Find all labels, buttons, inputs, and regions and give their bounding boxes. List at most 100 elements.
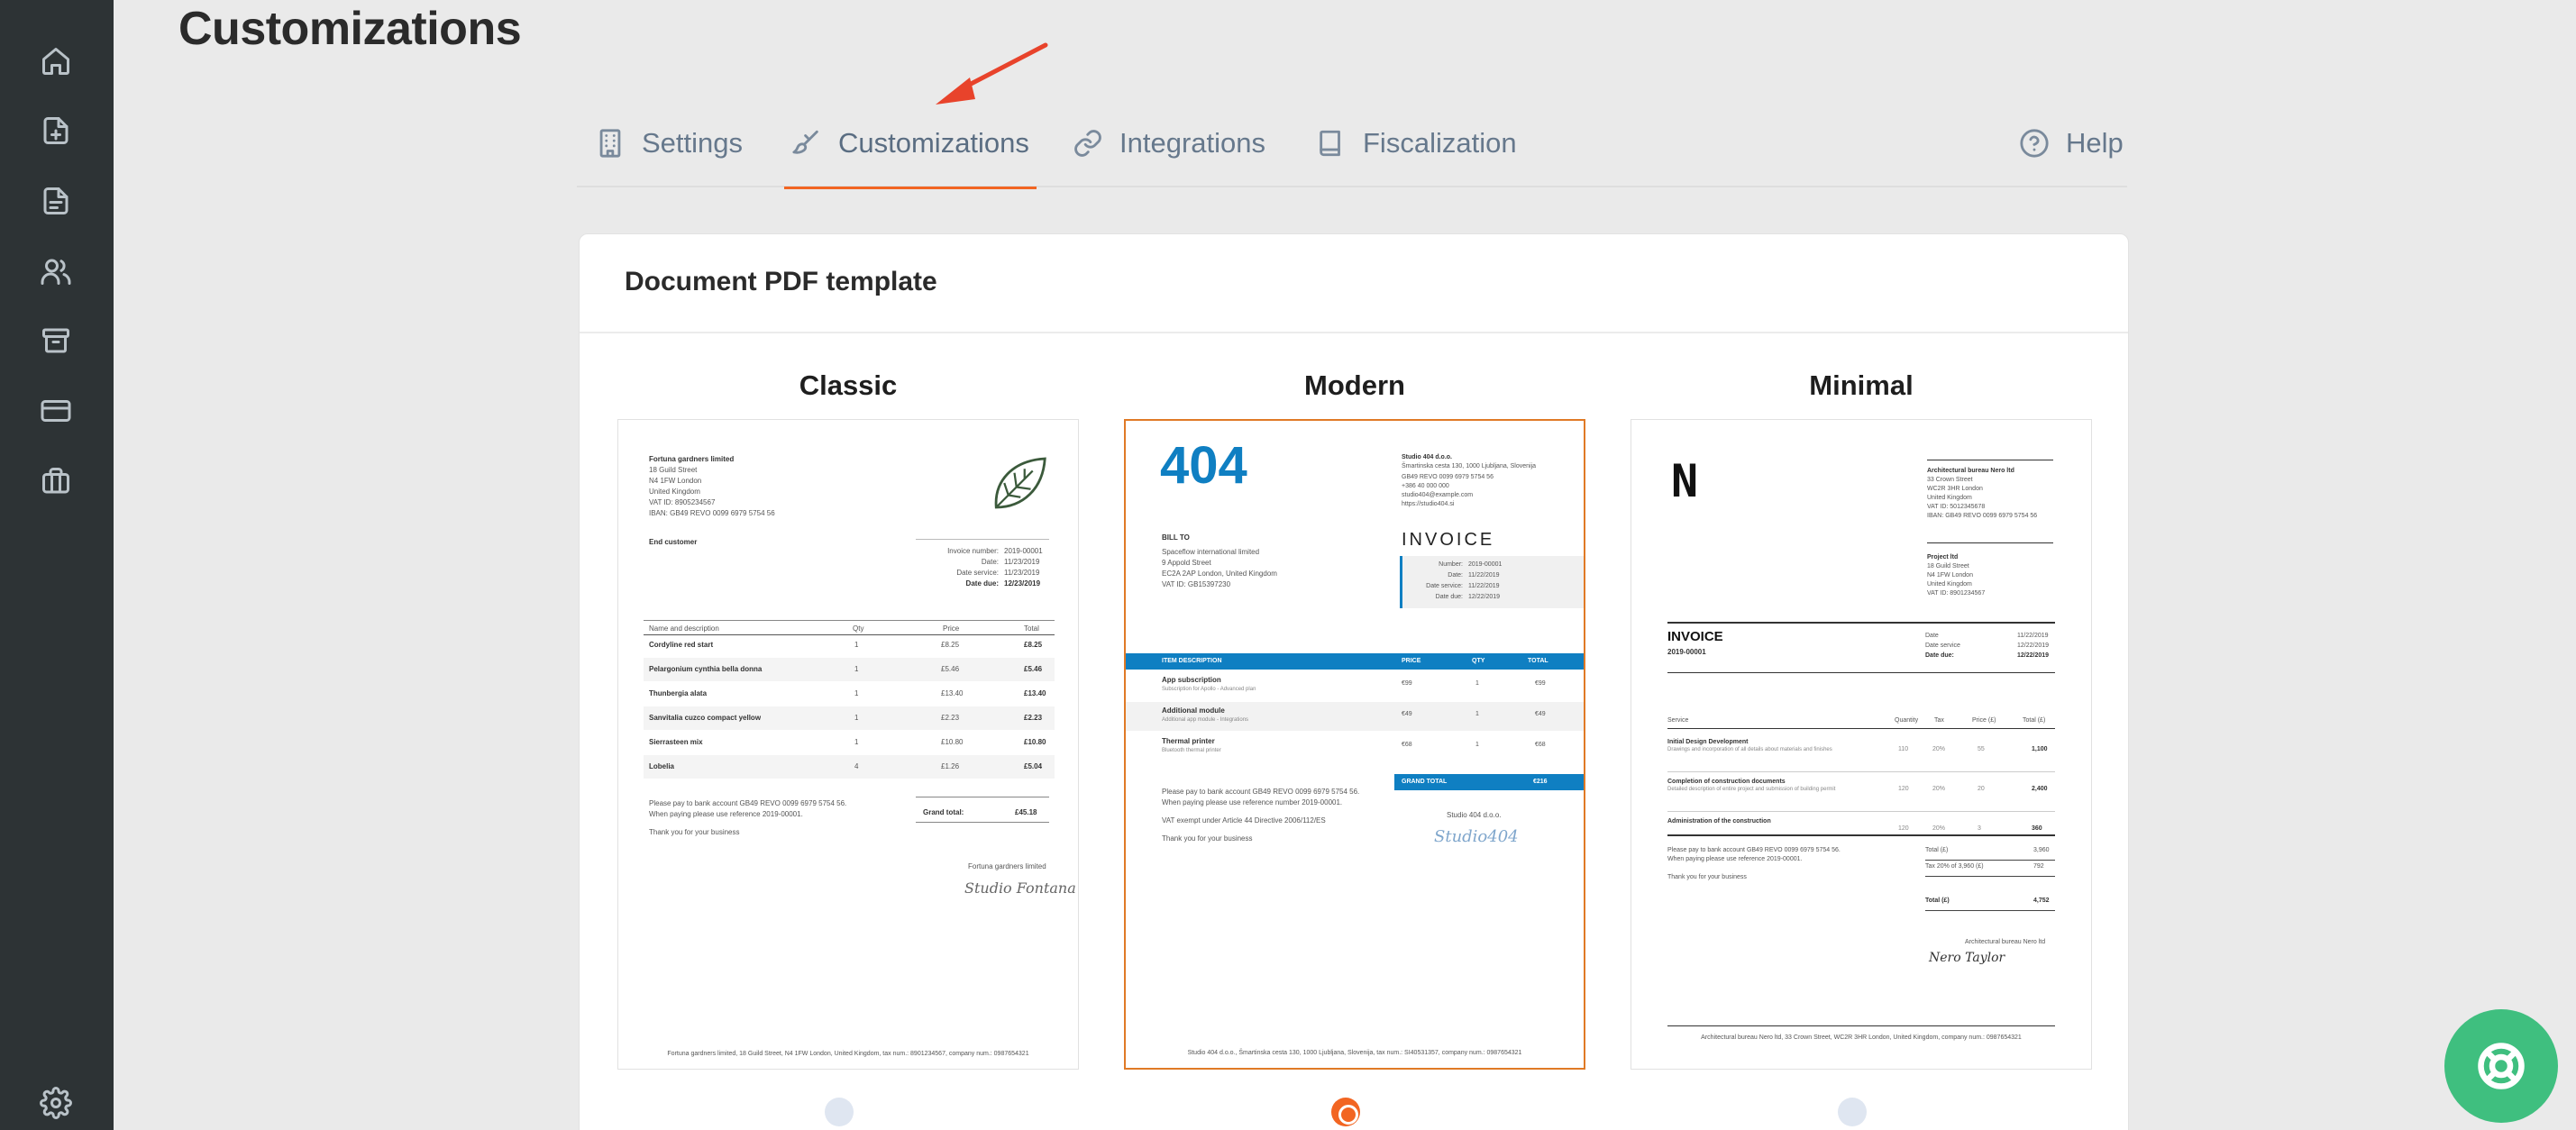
service-price: 55 <box>1978 746 1985 752</box>
company-line: United Kingdom <box>1927 495 1972 501</box>
sidebar-item-payments[interactable] <box>34 389 78 433</box>
item-price: €99 <box>1402 680 1412 687</box>
service-qty: 120 <box>1898 786 1909 792</box>
archive-icon <box>42 328 69 353</box>
row-rule <box>1667 811 2055 812</box>
invoice-rule <box>1667 622 2055 624</box>
sidebar-item-new-document[interactable] <box>34 109 78 152</box>
table-cell: £2.23 <box>1024 714 1043 722</box>
meta-value: 11/22/2019 <box>1468 572 1500 579</box>
sidebar-item-home[interactable] <box>34 40 78 83</box>
template-radio-minimal[interactable] <box>1838 1098 1867 1126</box>
footer-rule <box>1667 1025 2055 1026</box>
meta-label: Date due: <box>1435 594 1463 600</box>
bill-to-line: Spaceflow international limited <box>1162 548 1260 556</box>
company-line: 33 Crown Street <box>1927 477 1973 483</box>
building-icon <box>599 129 621 158</box>
service-description: Drawings and incorporation of all detail… <box>1667 747 1832 752</box>
table-cell: Lobelia <box>649 762 675 770</box>
doc-title: INVOICE <box>1667 629 1723 644</box>
sidebar-item-business[interactable] <box>34 460 78 503</box>
book-icon <box>1320 130 1340 157</box>
page-footer: Architectural bureau Nero ltd, 33 Crown … <box>1701 1034 2022 1041</box>
grand-total-value: €216 <box>1533 779 1548 785</box>
note-line: Please pay to bank account GB49 REVO 009… <box>649 799 847 807</box>
tab-label: Integrations <box>1119 127 1265 159</box>
meta-label: Date service: <box>956 569 999 577</box>
meta-label: Invoice number: <box>947 547 999 555</box>
meta-label: Date: <box>1448 572 1463 579</box>
tab-fiscalization[interactable]: Fiscalization <box>1316 99 1517 187</box>
column-header: Name and description <box>649 624 719 633</box>
invoice-rule <box>1667 672 2055 673</box>
sidebar-item-documents[interactable] <box>34 179 78 223</box>
table-cell: Sanvitalia cuzco compact yellow <box>649 714 762 722</box>
meta-label: Date service: <box>1426 583 1463 589</box>
header-rule <box>1927 542 2053 543</box>
company-line: Studio 404 d.o.o. <box>1402 454 1453 460</box>
tab-integrations[interactable]: Integrations <box>1073 99 1265 187</box>
bill-to-line: 9 Appold Street <box>1162 559 1211 567</box>
tab-label: Customizations <box>838 127 1029 159</box>
project-line: N4 1FW London <box>1927 572 1973 579</box>
tab-settings[interactable]: Settings <box>595 99 743 187</box>
company-line: https://studio404.si <box>1402 501 1455 507</box>
column-header: Service <box>1667 717 1689 724</box>
company-line: VAT ID: 5012345678 <box>1927 504 1986 510</box>
table-cell: £13.40 <box>1024 689 1046 697</box>
table-cell: Cordyline red start <box>649 641 714 649</box>
table-cell: £5.46 <box>1024 665 1043 673</box>
service-total: 2,400 <box>2032 786 2048 792</box>
company-line: +386 40 000 000 <box>1402 483 1449 489</box>
help-link[interactable]: Help <box>2019 99 2124 187</box>
brush-icon <box>792 130 818 154</box>
table-cell: £8.25 <box>941 641 960 649</box>
company-line: IBAN: GB49 REVO 0099 6979 5754 56 <box>1927 513 2038 519</box>
company-line: studio404@example.com <box>1402 492 1474 498</box>
total-label: Tax 20% of 3,960 (£) <box>1925 863 1984 870</box>
help-circle-icon <box>2020 129 2049 158</box>
doc-number: 2019-00001 <box>1667 648 1706 656</box>
item-description: Subscription for Apollo - Advanced plan <box>1162 687 1256 692</box>
note-line: Please pay to bank account GB49 REVO 009… <box>1162 788 1360 796</box>
table-cell: £10.80 <box>941 738 964 746</box>
meta-value: 2019-00001 <box>1468 561 1503 568</box>
help-label: Help <box>2066 127 2124 159</box>
template-radio-classic[interactable] <box>825 1098 854 1126</box>
card-title: Document PDF template <box>625 267 937 296</box>
sidebar-item-items[interactable] <box>34 319 78 362</box>
template-preview-classic[interactable]: Fortuna gardners limited 18 Guild Street… <box>617 419 1079 1070</box>
template-preview-modern[interactable]: 404 Studio 404 d.o.o. Šmartinska cesta 1… <box>1124 419 1585 1070</box>
item-total: €68 <box>1535 742 1546 748</box>
support-chat-button[interactable] <box>2444 1009 2558 1123</box>
service-tax: 20% <box>1932 746 1946 752</box>
company-line: Architectural bureau Nero ltd <box>1927 468 2014 474</box>
sidebar-item-clients[interactable] <box>34 250 78 293</box>
column-header: PRICE <box>1402 658 1421 664</box>
signature: Nero Taylor <box>1929 951 2005 965</box>
project-line: VAT ID: 8901234567 <box>1927 590 1986 597</box>
template-preview-minimal[interactable]: N Architectural bureau Nero ltd 33 Crown… <box>1631 419 2092 1070</box>
service-qty: 110 <box>1898 746 1909 752</box>
meta-label: Number: <box>1439 561 1463 568</box>
column-header: Total (£) <box>2023 717 2046 724</box>
total-value: 792 <box>2033 863 2044 870</box>
item-price: €49 <box>1402 711 1412 717</box>
tab-customizations[interactable]: Customizations <box>784 99 1037 189</box>
meta-value: 11/22/2019 <box>1468 583 1500 589</box>
item-qty: 1 <box>1475 680 1479 687</box>
item-qty: 1 <box>1475 742 1479 748</box>
row-stripe <box>644 755 1055 779</box>
note-line: When paying please use reference 2019-00… <box>1667 856 1803 862</box>
column-header: Quantity <box>1895 717 1919 724</box>
meta-label: Date: <box>981 558 999 566</box>
file-plus-icon <box>43 117 69 144</box>
sidebar-item-settings[interactable] <box>34 1081 78 1125</box>
company-line: United Kingdom <box>649 488 700 496</box>
total-label: Total (£) <box>1925 898 1950 904</box>
grand-total-value: £45.18 <box>1015 808 1037 816</box>
table-rule <box>1667 728 2055 729</box>
note-line: VAT exempt under Article 44 Directive 20… <box>1162 816 1326 825</box>
customer-name: End customer <box>649 538 698 546</box>
template-radio-modern[interactable] <box>1331 1098 1360 1126</box>
